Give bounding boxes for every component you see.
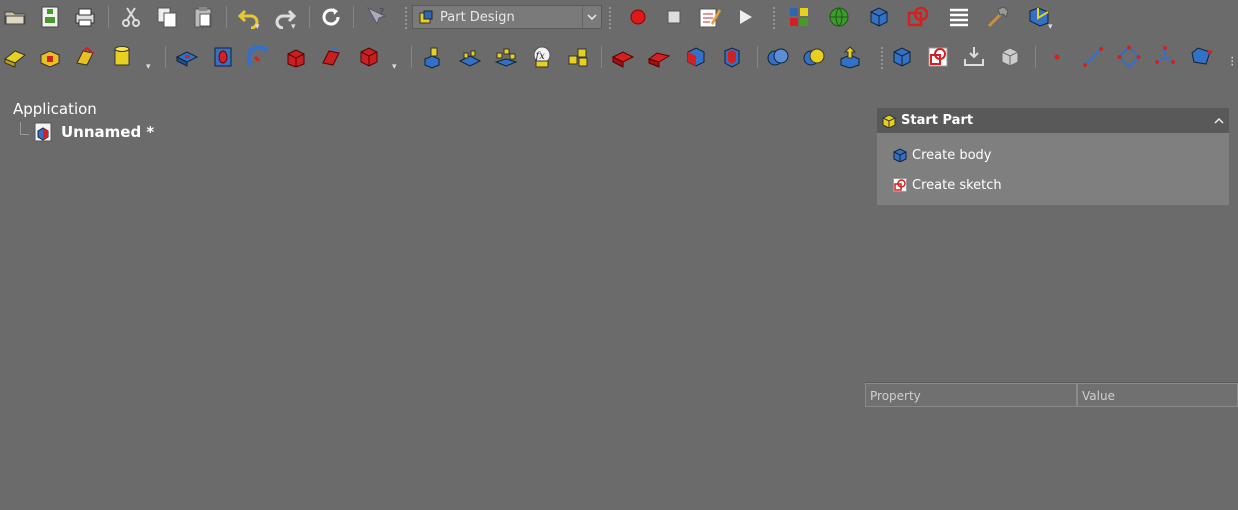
save-icon[interactable] bbox=[37, 4, 63, 30]
subtractive-pipe-icon[interactable] bbox=[319, 44, 345, 70]
workbench-selector-label: Part Design bbox=[440, 9, 515, 25]
tree-document-item[interactable]: Unnamed * bbox=[33, 122, 154, 142]
sphere-icon[interactable] bbox=[826, 4, 852, 30]
paste-icon[interactable] bbox=[190, 4, 216, 30]
thickness-icon[interactable] bbox=[719, 44, 745, 70]
cube-view-icon[interactable] bbox=[866, 4, 892, 30]
macro-record-icon[interactable] bbox=[625, 4, 651, 30]
chevron-down-icon bbox=[582, 6, 601, 28]
fx-expression-icon[interactable]: fx bbox=[529, 44, 555, 70]
macro-stop-icon[interactable] bbox=[661, 4, 687, 30]
chamfer-icon[interactable] bbox=[646, 44, 672, 70]
mirrored-icon[interactable] bbox=[421, 44, 447, 70]
property-column-header[interactable]: Property bbox=[865, 383, 1077, 407]
svg-text:?: ? bbox=[379, 7, 384, 18]
list-icon[interactable] bbox=[946, 4, 972, 30]
intersection-icon[interactable] bbox=[801, 44, 827, 70]
datum-plane-icon[interactable] bbox=[1116, 44, 1142, 70]
body-icon bbox=[893, 148, 907, 162]
multi-transform-icon[interactable] bbox=[565, 44, 591, 70]
copy-icon[interactable] bbox=[154, 4, 180, 30]
main-toolbar: ▾ ▾ ? Part Design ▾ bbox=[0, 0, 1238, 36]
shape-binder-icon[interactable] bbox=[837, 44, 863, 70]
task-panel-header[interactable]: Start Part bbox=[877, 108, 1229, 133]
datum-line-icon[interactable] bbox=[1080, 44, 1106, 70]
pad-yellow-icon[interactable] bbox=[2, 44, 28, 70]
clone-icon[interactable] bbox=[997, 44, 1023, 70]
cut-icon[interactable] bbox=[118, 4, 144, 30]
create-body-link[interactable]: Create body bbox=[877, 140, 1229, 170]
boolean-icon[interactable] bbox=[765, 44, 791, 70]
part-design-icon bbox=[419, 10, 433, 24]
hole-blue-icon[interactable] bbox=[210, 44, 236, 70]
task-panel: Start Part Create body Create sketch bbox=[877, 108, 1229, 205]
svg-text:fx: fx bbox=[535, 51, 546, 62]
linear-pattern-icon[interactable] bbox=[457, 44, 483, 70]
sub-shape-binder-icon[interactable] bbox=[1188, 44, 1214, 70]
chevron-up-icon[interactable] bbox=[1209, 114, 1229, 128]
create-sketch-icon[interactable] bbox=[925, 44, 951, 70]
document-icon bbox=[34, 122, 52, 142]
sketch-view-icon[interactable] bbox=[905, 4, 931, 30]
tree-root-label: Application bbox=[13, 100, 97, 118]
attach-icon[interactable] bbox=[961, 44, 987, 70]
create-body-label: Create body bbox=[912, 147, 992, 163]
macro-edit-icon[interactable] bbox=[696, 4, 722, 30]
part-design-toolbar: ▾ ▾ fx ⁝ bbox=[0, 40, 1238, 76]
datum-point-icon[interactable] bbox=[1044, 44, 1070, 70]
local-cs-icon[interactable] bbox=[1152, 44, 1178, 70]
tree-branch-line bbox=[20, 122, 29, 135]
cylinder-yellow-icon[interactable] bbox=[109, 44, 135, 70]
fillet-icon[interactable] bbox=[610, 44, 636, 70]
property-view-header: Property Value bbox=[865, 382, 1238, 409]
subtractive-primitive-icon[interactable] bbox=[356, 44, 382, 70]
create-sketch-link[interactable]: Create sketch bbox=[877, 170, 1229, 200]
part-icon[interactable] bbox=[786, 4, 812, 30]
task-panel-body: Create body Create sketch bbox=[877, 133, 1229, 205]
sketch-icon bbox=[893, 178, 907, 192]
draft-icon[interactable] bbox=[683, 44, 709, 70]
refresh-icon[interactable] bbox=[318, 4, 344, 30]
value-column-header[interactable]: Value bbox=[1077, 383, 1238, 407]
workbench-selector[interactable]: Part Design bbox=[412, 5, 602, 29]
print-icon[interactable] bbox=[72, 4, 98, 30]
document-label: Unnamed * bbox=[61, 123, 155, 141]
create-sketch-label: Create sketch bbox=[912, 177, 1002, 193]
tree-view: Application Unnamed * bbox=[13, 100, 154, 142]
revolution-yellow-icon[interactable] bbox=[72, 44, 98, 70]
groove-icon[interactable] bbox=[246, 44, 272, 70]
subtractive-box-icon[interactable] bbox=[283, 44, 309, 70]
open-folder-icon[interactable] bbox=[2, 4, 28, 30]
hammer-icon[interactable] bbox=[985, 4, 1011, 30]
create-body-icon[interactable] bbox=[889, 44, 915, 70]
pocket-yellow-icon[interactable] bbox=[37, 44, 63, 70]
task-panel-title: Start Part bbox=[901, 113, 974, 128]
macro-run-icon[interactable] bbox=[732, 4, 758, 30]
polar-pattern-icon[interactable] bbox=[493, 44, 519, 70]
whats-this-icon[interactable]: ? bbox=[364, 4, 390, 30]
pocket-blue-icon[interactable] bbox=[174, 44, 200, 70]
part-cube-icon bbox=[882, 113, 896, 128]
